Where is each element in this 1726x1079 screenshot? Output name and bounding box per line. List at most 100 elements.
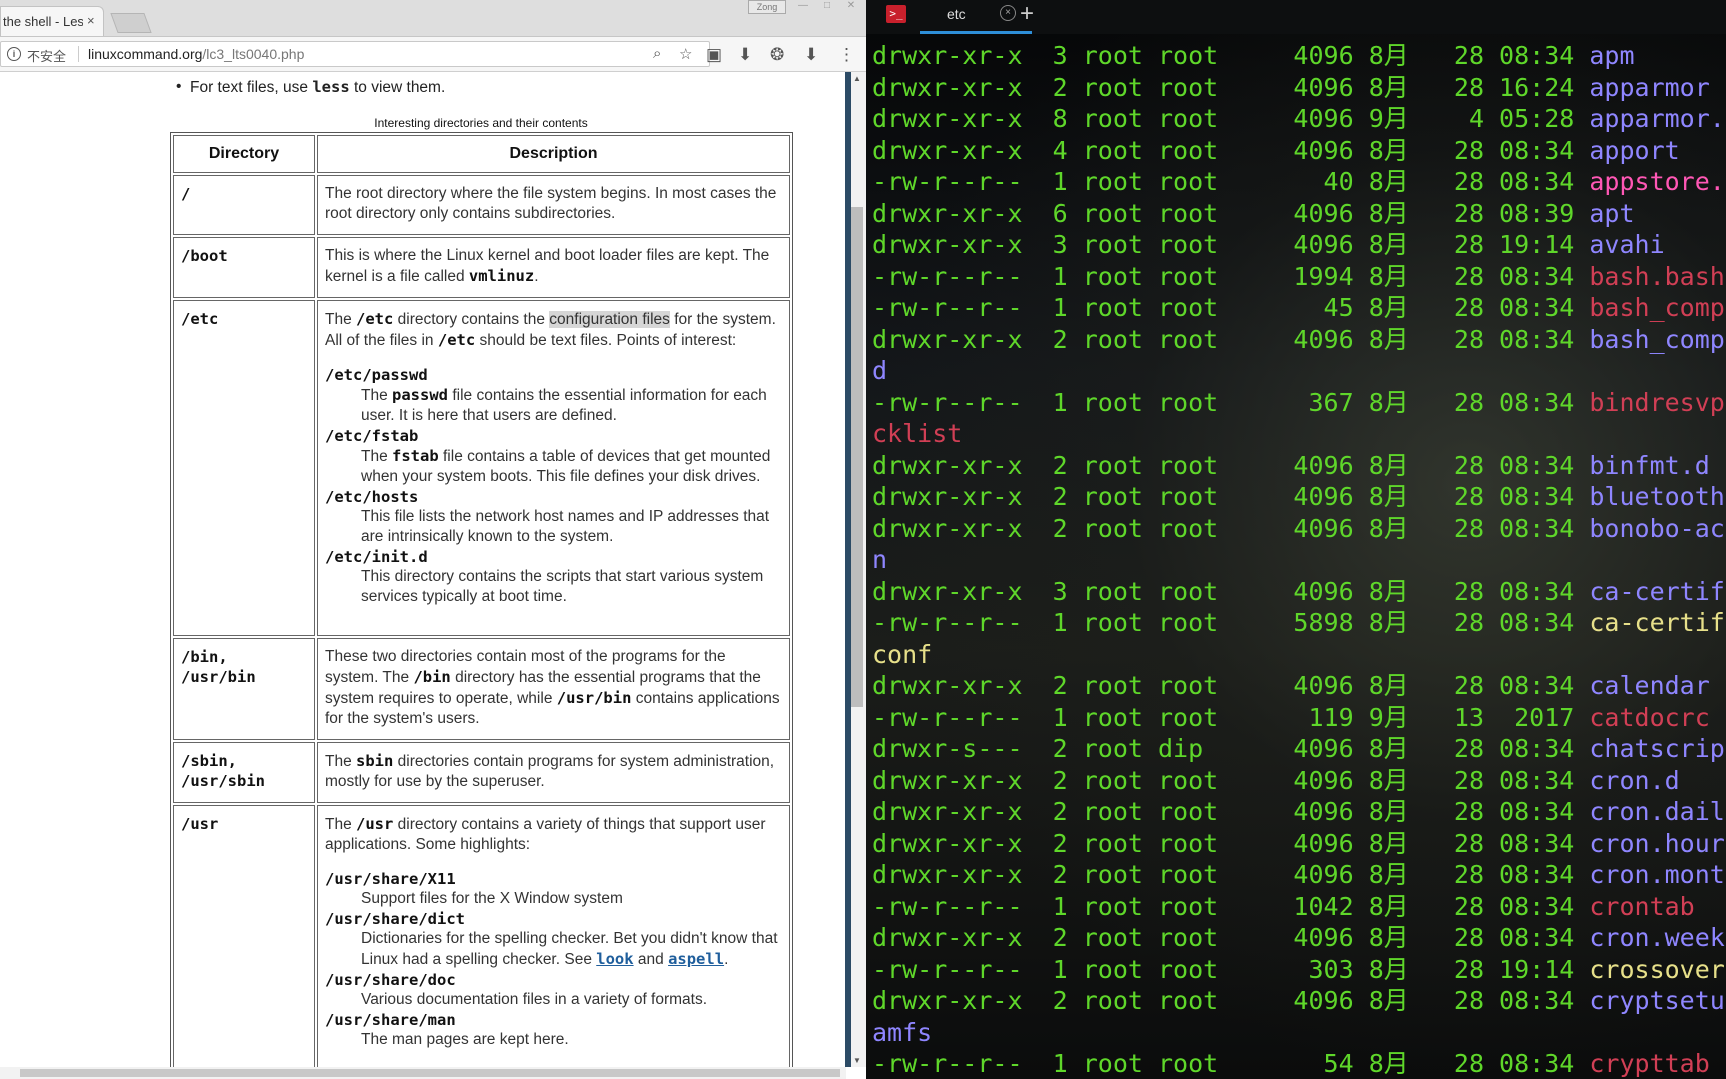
aspell-link[interactable]: aspell (668, 950, 724, 968)
file-name: bash.bash (1589, 261, 1725, 291)
directory-cell: /usr (173, 805, 315, 1067)
puzzle-icon[interactable]: ❂ (770, 46, 784, 63)
minimize-button[interactable]: — (794, 0, 812, 12)
file-name: apport (1589, 135, 1680, 165)
column-header-description: Description (317, 135, 790, 173)
file-name: cryptsetu (1589, 986, 1725, 1015)
page-content: For text files, use less to view them. I… (0, 72, 846, 1067)
terminal-line: -rw-r--r-- 1 root root 367 8月 28 08:34 b… (872, 387, 1726, 419)
file-name: ca-certif (1589, 576, 1725, 606)
column-header-directory: Directory (173, 135, 315, 173)
file-attributes: drwxr-xr-x 4 root root 4096 8月 28 08:34 (872, 135, 1590, 165)
active-tab-indicator (920, 31, 1032, 34)
maximize-button[interactable]: □ (818, 0, 836, 12)
terminal-line: drwxr-xr-x 2 root root 4096 8月 28 08:34 … (872, 765, 1726, 797)
file-name: amfs (872, 1017, 933, 1047)
close-icon[interactable]: × (1000, 5, 1016, 21)
tab-close-icon[interactable]: × (87, 13, 95, 28)
file-attributes: drwxr-xr-x 3 root root 4096 8月 28 19:14 (872, 230, 1590, 259)
security-label[interactable]: 不安全 (27, 46, 66, 65)
file-attributes: -rw-r--r-- 1 root root 119 9月 13 2017 (872, 702, 1590, 732)
scrollbar-thumb[interactable] (20, 1069, 840, 1077)
file-name: d (872, 356, 888, 385)
file-attributes: -rw-r--r-- 1 root root 367 8月 28 08:34 (872, 387, 1590, 417)
description-cell: This is where the Linux kernel and boot … (317, 237, 790, 298)
file-attributes: drwxr-xr-x 3 root root 4096 8月 28 08:34 (872, 41, 1590, 70)
definition: Various documentation files in a variety… (361, 991, 708, 1008)
terminal-line: drwxr-xr-x 3 root root 4096 8月 28 08:34 … (872, 576, 1726, 608)
file-name: crontab (1589, 891, 1695, 921)
directory-cell: /etc (173, 300, 315, 636)
new-tab-button[interactable] (110, 13, 152, 33)
file-attributes: -rw-r--r-- 1 root root 5898 8月 28 08:34 (872, 608, 1590, 637)
new-terminal-tab-button[interactable]: + (1020, 0, 1034, 28)
terminal-line: -rw-r--r-- 1 root root 1042 8月 28 08:34 … (872, 891, 1726, 923)
terminal-line: drwxr-s--- 2 root dip 4096 8月 28 08:34 c… (872, 733, 1726, 765)
terminal-line: drwxr-xr-x 2 root root 4096 8月 28 08:34 … (872, 670, 1726, 702)
term: /usr/share/man (325, 1011, 456, 1029)
terminal-line: drwxr-xr-x 2 root root 4096 8月 28 16:24 … (872, 72, 1726, 104)
file-attributes: drwxr-xr-x 8 root root 4096 9月 4 05:28 (872, 104, 1590, 133)
close-window-button[interactable]: ✕ (842, 0, 860, 12)
definition: Support files for the X Window system (361, 890, 623, 907)
definition: Dictionaries for the spelling checker. B… (361, 930, 778, 968)
term: /usr/share/X11 (325, 870, 456, 888)
table-header-row: Directory Description (173, 135, 790, 173)
terminal-line: drwxr-xr-x 8 root root 4096 9月 4 05:28 a… (872, 103, 1726, 135)
table-row: /sbin, /usr/sbin The sbin directories co… (173, 742, 790, 803)
download-icon[interactable]: ⬇ (738, 46, 752, 63)
menu-icon[interactable]: ⋮ (838, 46, 855, 63)
term: /etc/init.d (325, 548, 428, 566)
look-link[interactable]: look (596, 950, 633, 968)
file-name: binfmt.d (1589, 450, 1710, 480)
definition: The man pages are kept here. (361, 1031, 569, 1048)
file-attributes: drwxr-xr-x 2 root root 4096 8月 28 08:34 (872, 513, 1590, 543)
description-cell: The sbin directories contain programs fo… (317, 742, 790, 803)
terminal-tab-title: etc (947, 6, 966, 22)
terminal-line: drwxr-xr-x 2 root root 4096 8月 28 08:34 … (872, 985, 1726, 1017)
url-text[interactable]: linuxcommand.org/lc3_lts0040.php (88, 46, 304, 62)
terminal-line: cklist (872, 418, 1726, 450)
terminal-line: n (872, 544, 1726, 576)
terminal-line: drwxr-xr-x 2 root root 4096 8月 28 08:34 … (872, 324, 1726, 356)
profile-badge[interactable]: Zong (748, 0, 786, 14)
terminal-line: -rw-r--r-- 1 root root 5898 8月 28 08:34 … (872, 607, 1726, 639)
file-attributes: drwxr-xr-x 2 root root 4096 8月 28 08:34 (872, 450, 1590, 480)
file-attributes: -rw-r--r-- 1 root root 45 8月 28 08:34 (872, 293, 1590, 322)
file-name: calendar (1589, 671, 1710, 700)
extension-icon[interactable]: ▣ (706, 46, 722, 63)
terminal-tab[interactable]: etc × (920, 0, 1032, 34)
file-name: cron.mont (1589, 860, 1725, 889)
scrollbar-thumb[interactable] (851, 207, 863, 707)
pane-divider[interactable] (845, 72, 851, 1067)
terminal-line: -rw-r--r-- 1 root root 54 8月 28 08:34 cr… (872, 1048, 1726, 1079)
description-cell: The /etc directory contains the configur… (317, 300, 790, 636)
terminal-line: drwxr-xr-x 2 root root 4096 8月 28 08:34 … (872, 859, 1726, 891)
terminal-line: drwxr-xr-x 2 root root 4096 8月 28 08:34 … (872, 828, 1726, 860)
file-name: appstore. (1589, 167, 1725, 196)
description-cell: The /usr directory contains a variety of… (317, 805, 790, 1067)
directories-table: Directory Description / The root directo… (170, 132, 793, 1067)
terminal-line: drwxr-xr-x 6 root root 4096 8月 28 08:39 … (872, 198, 1726, 230)
info-icon[interactable]: i (7, 47, 21, 61)
file-attributes: -rw-r--r-- 1 root root 54 8月 28 08:34 (872, 1049, 1590, 1078)
table-row: /bin, /usr/bin These two directories con… (173, 638, 790, 740)
file-name: crypttab (1589, 1049, 1710, 1078)
url-input[interactable]: i 不安全 linuxcommand.org/lc3_lts0040.php ⌕… (0, 41, 710, 67)
file-name: apm (1589, 41, 1635, 70)
table-row: /etc The /etc directory contains the con… (173, 300, 790, 636)
table-row: / The root directory where the file syst… (173, 175, 790, 235)
directory-cell: /sbin, /usr/sbin (173, 742, 315, 803)
terminal-line: amfs (872, 1017, 1726, 1049)
zoom-icon[interactable]: ⌕ (653, 45, 661, 62)
star-icon[interactable]: ☆ (679, 45, 692, 63)
terminal-window[interactable]: >_ etc × + drwxr-xr-x 3 root root 4096 8… (866, 0, 1726, 1079)
download-icon[interactable]: ⬇ (804, 46, 818, 63)
browser-window: the shell - Les × Zong — □ ✕ i 不安全 linux… (0, 0, 866, 1079)
browser-tab-active[interactable]: the shell - Les × (0, 6, 104, 36)
horizontal-scrollbar[interactable] (0, 1067, 846, 1079)
table-row: /usr The /usr directory contains a varie… (173, 805, 790, 1067)
file-attributes: drwxr-xr-x 2 root root 4096 8月 28 08:34 (872, 671, 1590, 700)
table-caption: Interesting directories and their conten… (374, 116, 588, 130)
file-name: avahi (1589, 230, 1665, 259)
